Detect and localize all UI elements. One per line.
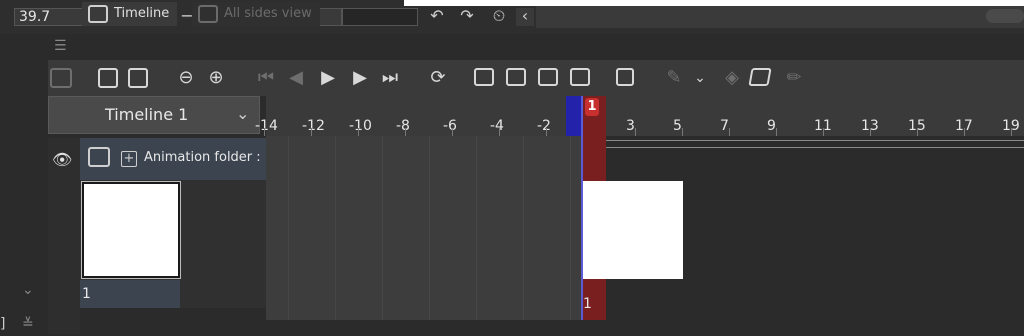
ruler-tick-mark xyxy=(452,128,453,136)
new-cel-icon[interactable] xyxy=(474,68,494,86)
timeline-toolbar: ⊖ ⊕ ⏮ ◀ ▶ ▶ ⏭ ⟳ ✎ ⌄ ◈ ✏ xyxy=(48,60,1024,96)
frame-gridline xyxy=(476,136,477,320)
edge-bracket-icon: ] xyxy=(0,316,6,332)
pen-icon[interactable]: ✏ xyxy=(782,66,806,90)
tab-bar xyxy=(48,34,1024,60)
add-frame-panel-icon[interactable] xyxy=(128,68,148,88)
bottom-strip xyxy=(266,320,1024,336)
ruler-tick-label: 9 xyxy=(767,118,776,134)
frame-panel-icon[interactable] xyxy=(98,68,118,88)
eye-icon[interactable]: 👁 xyxy=(52,150,72,169)
prev-frame-icon[interactable]: ◀ xyxy=(284,66,308,90)
history-icon[interactable]: ⏲ xyxy=(490,8,508,26)
ruler-tick-mark xyxy=(964,128,965,136)
redo-icon[interactable]: ↷ xyxy=(458,8,476,26)
thumbnail-bar xyxy=(80,280,180,308)
ruler-tick-mark xyxy=(635,128,636,136)
ruler-tick-mark xyxy=(499,128,500,136)
frame-gridline xyxy=(570,136,571,320)
camera-tab-icon xyxy=(198,5,218,23)
chevron-down-icon[interactable]: ⌄ xyxy=(22,282,34,298)
frame-cel-label: 1 xyxy=(583,296,592,312)
frame-gridline xyxy=(288,136,289,320)
ruler-tick-label: -14 xyxy=(255,118,278,134)
onion-skin-icon[interactable] xyxy=(616,68,634,86)
ruler-tick-mark xyxy=(823,128,824,136)
pen-off-icon[interactable]: ✎ xyxy=(662,66,686,90)
dropdown-icon[interactable]: ⌄ xyxy=(688,66,712,90)
opacity-slider[interactable] xyxy=(342,8,418,26)
side-panel-bar xyxy=(536,6,1024,28)
zoom-out-icon[interactable]: ⊖ xyxy=(174,66,198,90)
thumbnail-frame-label: 1 xyxy=(82,286,91,302)
tab-all-sides-view[interactable]: All sides view xyxy=(192,2,320,26)
frame-gridline xyxy=(335,136,336,320)
loop-icon[interactable]: ⟳ xyxy=(426,66,450,90)
undo-icon[interactable]: ↶ xyxy=(428,8,446,26)
ruler-tick-label: -10 xyxy=(349,118,372,134)
frame-gridline xyxy=(382,136,383,320)
zoom-in-icon[interactable]: ⊕ xyxy=(204,66,228,90)
tab-timeline-label: Timeline xyxy=(114,6,170,21)
ruler-tick-mark xyxy=(729,128,730,136)
frame-gridline xyxy=(429,136,430,320)
double-chevron-down-icon[interactable]: ≚ xyxy=(22,316,34,332)
next-frame-icon[interactable]: ▶ xyxy=(348,66,372,90)
tab-all-sides-label: All sides view xyxy=(224,6,312,21)
ruler-tick-mark xyxy=(682,128,683,136)
pre-start-frames-area xyxy=(266,136,582,320)
scrollbar-thumb[interactable] xyxy=(986,9,1024,23)
chevron-down-icon[interactable]: ⌄ xyxy=(236,104,249,123)
tab-timeline[interactable]: Timeline xyxy=(82,2,178,26)
ruler-tick-mark xyxy=(264,128,265,136)
size-field[interactable]: 39.7 xyxy=(14,8,86,26)
panel-menu-icon[interactable]: ☰ xyxy=(54,38,67,54)
fill-icon[interactable] xyxy=(748,68,772,86)
start-frame-marker[interactable] xyxy=(566,96,582,136)
link-cel-2-icon[interactable] xyxy=(570,68,590,86)
ruler-tick-label: -8 xyxy=(396,118,410,134)
ruler-tick-label: -6 xyxy=(443,118,457,134)
layer-name: Animation folder : 1 : c xyxy=(144,150,266,165)
play-icon[interactable]: ▶ xyxy=(316,66,340,90)
frame-cel[interactable] xyxy=(583,181,683,279)
ruler-tick-label: 5 xyxy=(673,118,682,134)
new-cel-2-icon[interactable] xyxy=(506,68,526,86)
last-frame-icon[interactable]: ⏭ xyxy=(378,66,402,90)
ruler-tick-mark xyxy=(776,128,777,136)
timeline-select[interactable]: Timeline 1 xyxy=(48,96,260,134)
expand-folder-icon[interactable]: + xyxy=(121,151,137,167)
ruler-tick-mark xyxy=(917,128,918,136)
ruler-tick-label: -4 xyxy=(490,118,504,134)
ruler-tick-mark xyxy=(405,128,406,136)
ruler-tick-mark xyxy=(546,128,547,136)
playhead-badge[interactable]: 1 xyxy=(585,98,599,116)
link-cel-icon[interactable] xyxy=(538,68,558,86)
frame-gridline xyxy=(523,136,524,320)
ruler-tick-mark xyxy=(1011,128,1012,136)
ruler-tick-mark xyxy=(870,128,871,136)
ruler-tick-mark xyxy=(358,128,359,136)
animation-folder-icon xyxy=(88,147,110,167)
folder-track xyxy=(582,140,1024,148)
paint-icon[interactable]: ◈ xyxy=(720,66,744,90)
ruler-tick-label: 7 xyxy=(720,118,729,134)
ruler-tick-label: 3 xyxy=(626,118,635,134)
ruler-tick-label: -2 xyxy=(537,118,551,134)
graph-icon[interactable] xyxy=(50,68,72,88)
timeline-tab-icon xyxy=(88,5,108,23)
cel-thumbnail[interactable] xyxy=(81,181,181,279)
ruler-tick-label: -12 xyxy=(302,118,325,134)
first-frame-icon[interactable]: ⏮ xyxy=(254,66,278,90)
collapse-icon[interactable]: ‹ xyxy=(516,8,534,26)
ruler-tick-mark xyxy=(311,128,312,136)
